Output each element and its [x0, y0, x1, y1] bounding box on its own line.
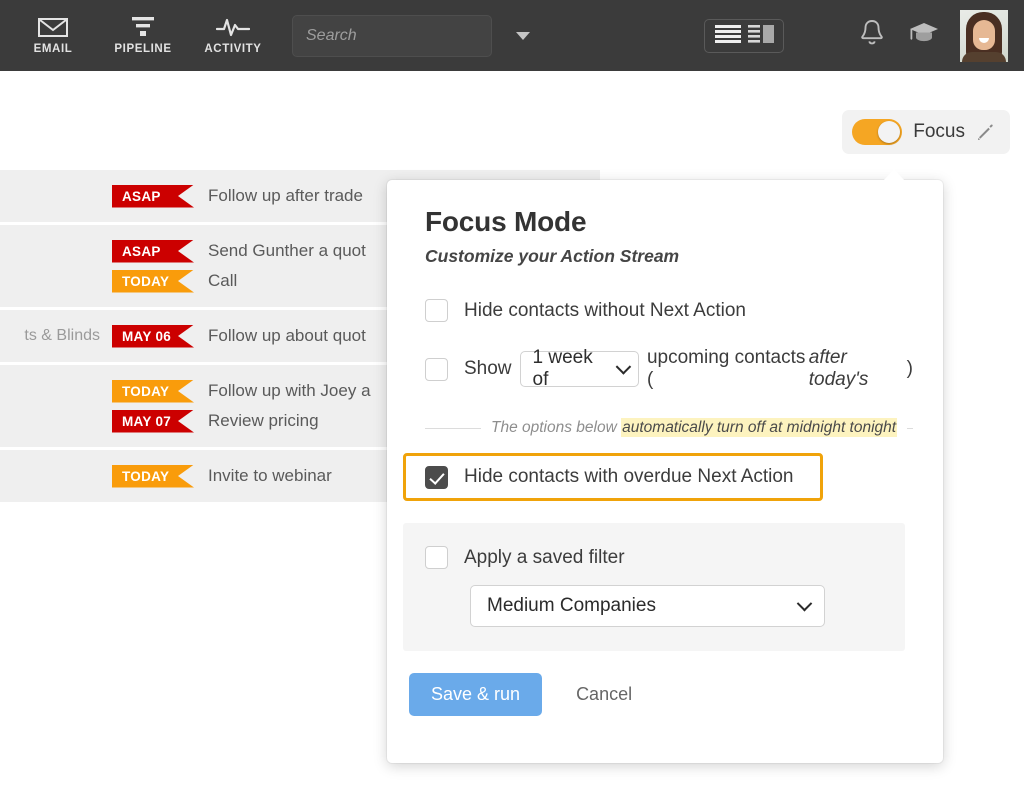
midnight-notice-plain: The options below: [491, 419, 622, 436]
pipeline-funnel-icon: [130, 16, 156, 38]
option-label-hide-without-next-action: Hide contacts without Next Action: [464, 299, 746, 321]
top-navigation-bar: EMAIL PIPELINE ACTIVITY: [0, 0, 1024, 71]
saved-filter-panel: Apply a saved filter Medium Companies: [403, 523, 905, 651]
task-text: Follow up with Joey a: [208, 381, 371, 400]
badge-notch: [178, 409, 194, 433]
checkbox-hide-overdue[interactable]: [425, 465, 448, 489]
task-text: Review pricing: [208, 411, 319, 430]
midnight-notice-text: The options below automatically turn off…: [491, 418, 898, 437]
option-hide-without-next-action[interactable]: Hide contacts without Next Action: [425, 299, 913, 322]
option-apply-saved-filter[interactable]: Apply a saved filter: [425, 546, 905, 569]
badge-notch: [178, 379, 194, 403]
search-input[interactable]: [293, 25, 516, 46]
option-label-apply-saved-filter: Apply a saved filter: [464, 546, 625, 568]
graduation-cap-icon: [908, 20, 940, 51]
nav-right-group: [704, 0, 1024, 71]
checkbox-show-upcoming[interactable]: [425, 357, 448, 381]
nav-item-email[interactable]: EMAIL: [8, 0, 98, 71]
popover-arrow: [883, 169, 905, 181]
status-badge: MAY 07: [112, 409, 194, 433]
avatar-shoulders: [962, 51, 1006, 62]
chevron-down-icon: [616, 358, 632, 374]
checkbox-hide-without-next-action[interactable]: [425, 299, 448, 322]
saved-filter-value: Medium Companies: [487, 595, 656, 616]
task-text: Send Gunther a quot: [208, 241, 366, 260]
row-company-name: ts & Blinds: [24, 327, 100, 344]
badge-notch: [178, 239, 194, 263]
option-label-hide-overdue: Hide contacts with overdue Next Action: [464, 466, 794, 487]
focus-toggle-switch[interactable]: [852, 119, 903, 145]
page-title: Focus Mode: [425, 206, 587, 237]
avatar-face: [973, 19, 995, 50]
app-root: EMAIL PIPELINE ACTIVITY Search ASAP Foll…: [0, 0, 1024, 810]
option-label-show-suffix-end: ): [906, 358, 913, 379]
save-and-run-button[interactable]: Save & run: [409, 673, 543, 716]
task-text: Invite to webinar: [208, 466, 332, 485]
popover-subtitle: Customize your Action Stream: [425, 246, 680, 266]
split-view-icon: [747, 24, 774, 48]
upcoming-range-select[interactable]: 1 week of: [519, 347, 639, 390]
chevron-down-icon: [516, 31, 530, 40]
activity-pulse-icon: [216, 16, 250, 38]
avatar[interactable]: [960, 9, 1008, 62]
task-text: Follow up about quot: [208, 326, 366, 345]
list-view-icon: [714, 24, 741, 48]
view-toggle-button[interactable]: [704, 18, 784, 53]
focus-mode-toggle-pill[interactable]: Focus: [842, 110, 1010, 154]
midnight-notice-divider: The options below automatically turn off…: [425, 418, 913, 437]
search-dropdown-button[interactable]: [516, 31, 530, 40]
checkbox-apply-saved-filter[interactable]: [425, 546, 448, 569]
midnight-notice-highlight: automatically turn off at midnight tonig…: [621, 418, 898, 437]
nav-item-activity[interactable]: ACTIVITY: [188, 0, 278, 71]
popover-actions: Save & run Cancel: [409, 673, 913, 716]
focus-mode-popover: Focus Mode Customize your Action Stream …: [387, 169, 943, 763]
toggle-knob: [878, 121, 901, 143]
bell-icon: [859, 19, 885, 52]
option-label-show-prefix: Show: [464, 358, 512, 379]
focus-label: Focus: [913, 121, 965, 142]
saved-filter-select[interactable]: Medium Companies: [470, 585, 825, 627]
divider-line-right: [907, 427, 913, 429]
status-badge: MAY 06: [112, 324, 194, 348]
cancel-button[interactable]: Cancel: [570, 683, 638, 706]
nav-item-pipeline[interactable]: PIPELINE: [98, 0, 188, 71]
pencil-icon[interactable]: [976, 122, 996, 142]
status-badge: TODAY: [112, 269, 194, 293]
status-badge: TODAY: [112, 464, 194, 488]
email-icon: [38, 16, 68, 38]
chevron-down-icon: [796, 595, 813, 611]
nav-label-pipeline: PIPELINE: [114, 43, 172, 55]
task-text: Follow up after trade: [208, 186, 363, 205]
nav-label-activity: ACTIVITY: [204, 43, 262, 55]
notifications-bell-button[interactable]: [846, 10, 898, 62]
search-box[interactable]: [292, 14, 530, 57]
upcoming-range-value: 1 week of: [532, 347, 593, 390]
status-badge: TODAY: [112, 379, 194, 403]
option-hide-overdue-highlighted[interactable]: Hide contacts with overdue Next Action: [403, 453, 823, 501]
status-badge: ASAP: [112, 184, 194, 208]
badge-notch: [178, 269, 194, 293]
task-text: Call: [208, 271, 238, 290]
divider-line-left: [425, 427, 481, 429]
badge-notch: [178, 464, 194, 488]
nav-label-email: EMAIL: [33, 43, 73, 55]
status-badge: ASAP: [112, 239, 194, 263]
option-label-show-suffix: upcoming contacts (: [646, 347, 806, 390]
badge-notch: [178, 324, 194, 348]
learning-center-button[interactable]: [898, 10, 950, 62]
badge-notch: [178, 184, 194, 208]
option-label-show-suffix-italic: after today's: [808, 347, 869, 390]
option-show-upcoming[interactable]: Show 1 week of upcoming contacts ( after…: [425, 347, 913, 391]
